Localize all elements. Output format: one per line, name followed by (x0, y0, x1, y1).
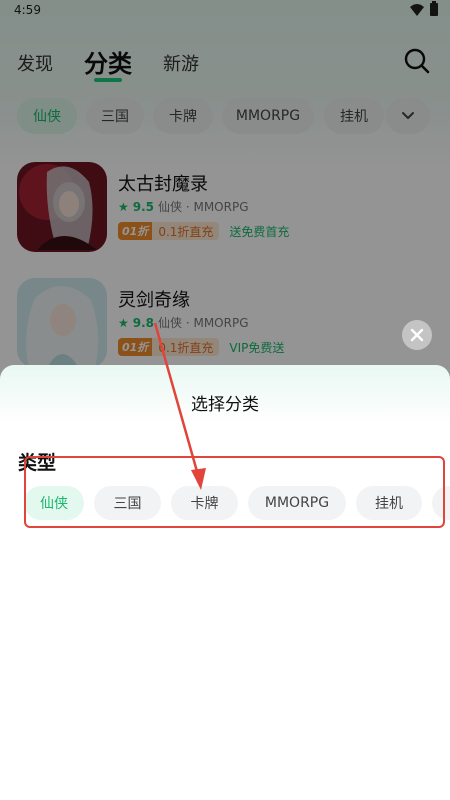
annotation-highlight-box (24, 456, 445, 528)
close-button[interactable] (402, 320, 432, 350)
close-icon (410, 328, 424, 342)
category-sheet: 选择分类 类型 仙侠 三国 卡牌 MMORPG 挂机 (0, 365, 450, 800)
sheet-title: 选择分类 (191, 395, 259, 415)
